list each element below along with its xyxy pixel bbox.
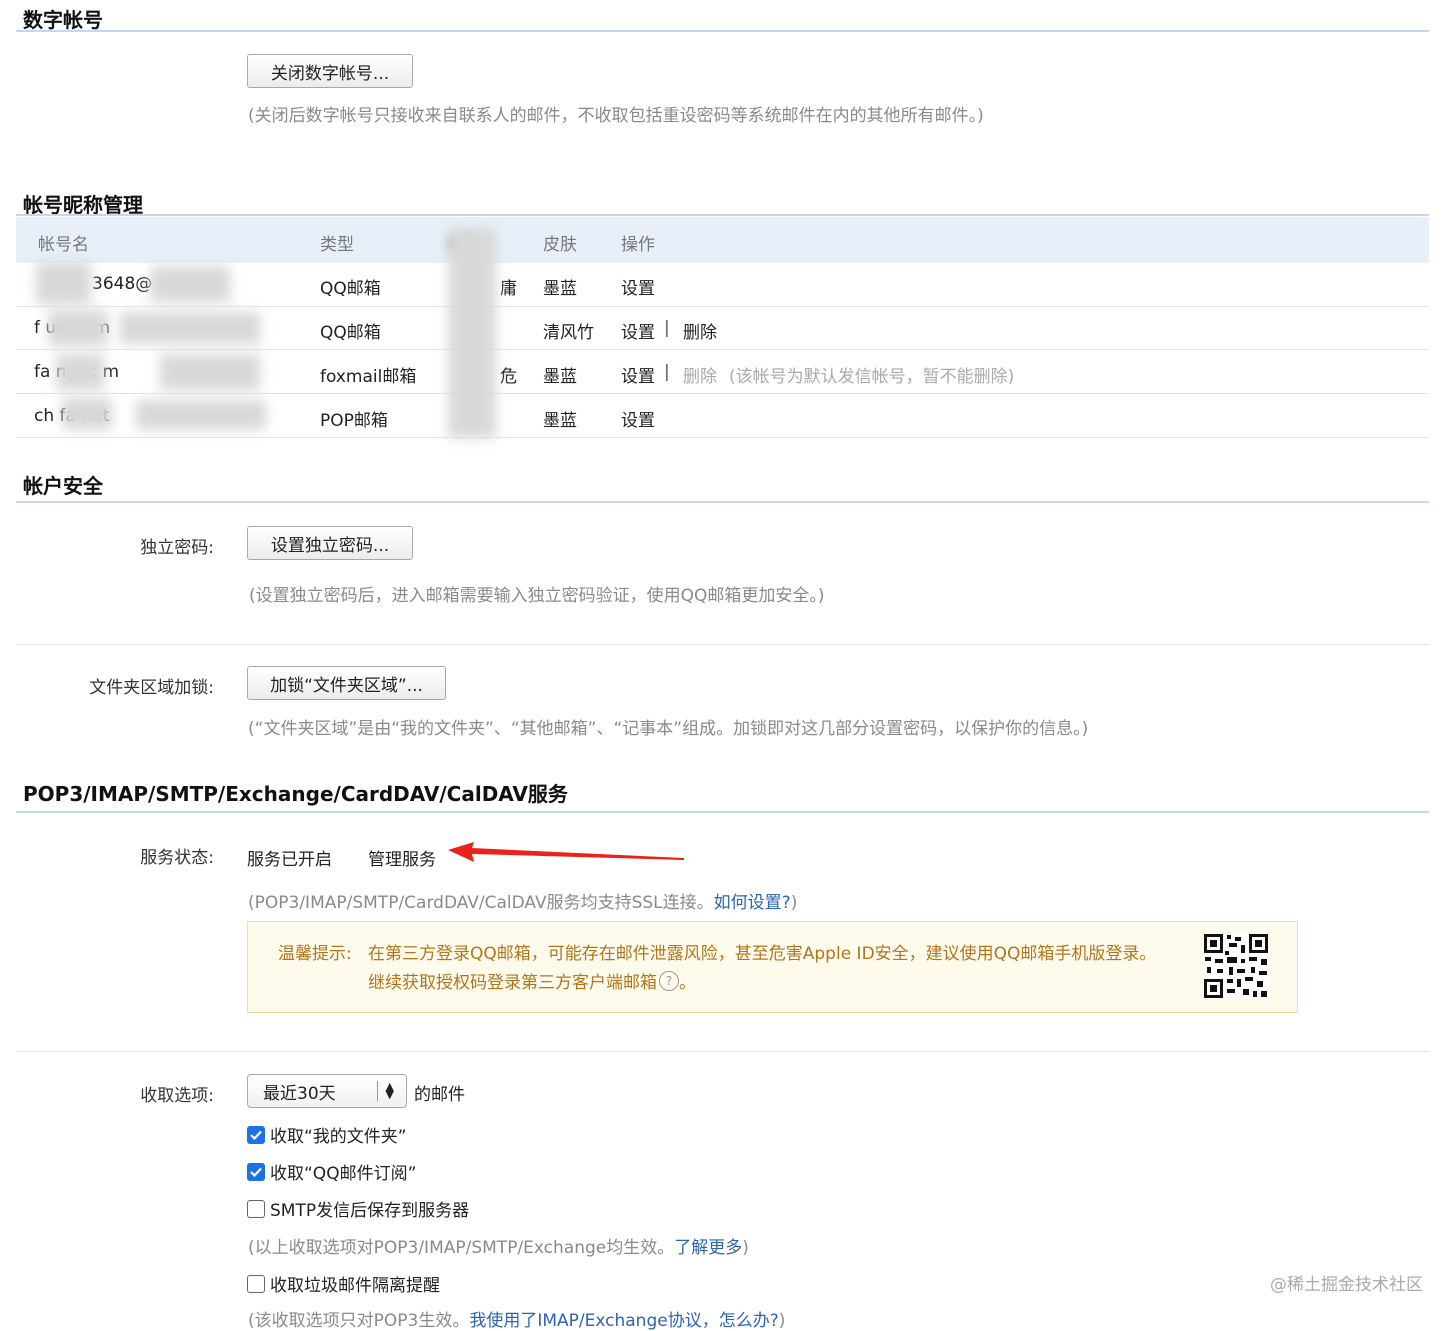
privacy-blur [48, 310, 108, 346]
row-delete-link[interactable]: 删除 [683, 318, 717, 343]
table-row-type: foxmail邮箱 [320, 367, 417, 387]
option-fetch-my-folder[interactable]: 收取“我的文件夹” [247, 1122, 407, 1147]
select-arrows-icon: ▲ ▼ [385, 1080, 394, 1101]
watermark: @稀土掘金技术社区 [1270, 1275, 1423, 1295]
section-title-security: 帐户安全 [23, 474, 103, 498]
row-delete-note: (该帐号为默认发信帐号，暂不能删除) [729, 367, 1015, 387]
action-separator: | [664, 318, 670, 338]
table-row-skin: 墨蓝 [543, 367, 577, 387]
service-status-value: 服务已开启 [247, 850, 332, 870]
imap-help-link[interactable]: 我使用了IMAP/Exchange协议，怎么办? [469, 1311, 778, 1331]
manage-service-link[interactable]: 管理服务 [368, 845, 436, 870]
column-header-skin: 皮肤 [543, 235, 577, 255]
service-status-label: 服务状态: [140, 848, 214, 868]
table-row-skin: 墨蓝 [543, 411, 577, 431]
action-separator: | [664, 362, 670, 382]
section-subdivider [16, 644, 1429, 645]
warning-tip-box [247, 921, 1298, 1013]
table-row-account: 3648@ [92, 274, 153, 294]
folder-lock-note: (“文件夹区域”是由“我的文件夹”、“其他邮箱”、“记事本”组成。加锁即对这几部… [248, 719, 1089, 739]
table-row-skin: 清风竹 [543, 323, 594, 343]
row-divider [16, 393, 1429, 394]
option-fetch-qq-subscription[interactable]: 收取“QQ邮件订阅” [247, 1159, 416, 1184]
row-divider [16, 349, 1429, 350]
tip-label: 温馨提示: [278, 944, 352, 964]
table-row-nick: 危 [500, 367, 517, 387]
table-row-nick: 庸 [500, 279, 517, 299]
section-divider [16, 811, 1429, 813]
table-row-type: QQ邮箱 [320, 323, 381, 343]
fetch-options-note: (以上收取选项对POP3/IMAP/SMTP/Exchange均生效。了解更多) [248, 1238, 749, 1258]
section-divider [16, 214, 1429, 216]
fetch-range-suffix: 的邮件 [414, 1085, 465, 1105]
section-title-digital-account: 数字帐号 [23, 8, 103, 32]
tip-line-2: 继续获取授权码登录第三方客户端邮箱 ? 。 [368, 968, 696, 993]
folder-lock-label: 文件夹区域加锁: [89, 678, 214, 698]
row-settings-link[interactable]: 设置 [621, 318, 655, 343]
get-auth-code-link[interactable]: 继续获取授权码登录第三方客户端邮箱 [368, 968, 657, 993]
column-header-actions: 操作 [621, 235, 655, 255]
privacy-blur [56, 354, 104, 390]
checkbox-unchecked[interactable] [247, 1274, 265, 1293]
table-header [16, 217, 1429, 263]
row-settings-link[interactable]: 设置 [621, 274, 655, 299]
privacy-blur [448, 228, 496, 438]
section-divider [16, 30, 1429, 32]
password-note: (设置独立密码后，进入邮箱需要输入独立密码验证，使用QQ邮箱更加安全。) [249, 586, 825, 606]
privacy-blur [62, 398, 112, 430]
help-icon[interactable]: ? [659, 970, 679, 991]
digital-account-note: (关闭后数字帐号只接收来自联系人的邮件，不收取包括重设密码等系统邮件在内的其他所… [248, 106, 984, 126]
checkbox-checked[interactable] [247, 1125, 265, 1144]
option-smtp-save[interactable]: SMTP发信后保存到服务器 [247, 1196, 469, 1221]
row-divider [16, 306, 1429, 307]
lock-folder-button[interactable]: 加锁“文件夹区域”... [247, 666, 446, 700]
row-settings-link[interactable]: 设置 [621, 362, 655, 387]
privacy-blur [120, 312, 260, 344]
how-to-setup-link[interactable]: 如何设置? [714, 893, 791, 913]
ssl-note: (POP3/IMAP/SMTP/CardDAV/CalDAV服务均支持SSL连接… [248, 893, 798, 913]
table-row-type: QQ邮箱 [320, 279, 381, 299]
password-label: 独立密码: [140, 538, 214, 558]
row-divider [16, 437, 1429, 438]
set-password-button[interactable]: 设置独立密码... [247, 526, 413, 560]
option-spam-reminder[interactable]: 收取垃圾邮件隔离提醒 [247, 1271, 440, 1296]
red-arrow-annotation [448, 842, 684, 862]
privacy-blur [160, 354, 260, 390]
table-row-type: POP邮箱 [320, 411, 388, 431]
table-row-skin: 墨蓝 [543, 279, 577, 299]
section-subdivider [16, 1051, 1429, 1052]
row-delete-disabled: 删除 [683, 367, 717, 387]
tip-line-1: 在第三方登录QQ邮箱，可能存在邮件泄露风险，甚至危害Apple ID安全，建议使… [368, 944, 1157, 964]
fetch-range-value: 最近30天 [263, 1083, 336, 1104]
checkbox-checked[interactable] [247, 1162, 265, 1181]
privacy-blur [36, 262, 91, 304]
learn-more-link[interactable]: 了解更多 [674, 1238, 742, 1258]
privacy-blur [150, 266, 230, 302]
column-header-account: 帐号名 [38, 235, 89, 255]
spam-option-note: (该收取选项只对POP3生效。我使用了IMAP/Exchange协议，怎么办?) [248, 1311, 786, 1331]
privacy-blur [136, 400, 266, 430]
fetch-options-label: 收取选项: [140, 1086, 214, 1106]
column-header-type: 类型 [320, 235, 354, 255]
section-divider [16, 501, 1429, 503]
checkbox-unchecked[interactable] [247, 1199, 265, 1218]
row-settings-link[interactable]: 设置 [621, 406, 655, 431]
qr-code-icon [1203, 933, 1269, 999]
section-title-services: POP3/IMAP/SMTP/Exchange/CardDAV/CalDAV服务 [23, 782, 568, 806]
fetch-range-select[interactable]: 最近30天 ▲ ▼ [247, 1074, 407, 1108]
close-digital-account-button[interactable]: 关闭数字帐号... [247, 54, 413, 88]
